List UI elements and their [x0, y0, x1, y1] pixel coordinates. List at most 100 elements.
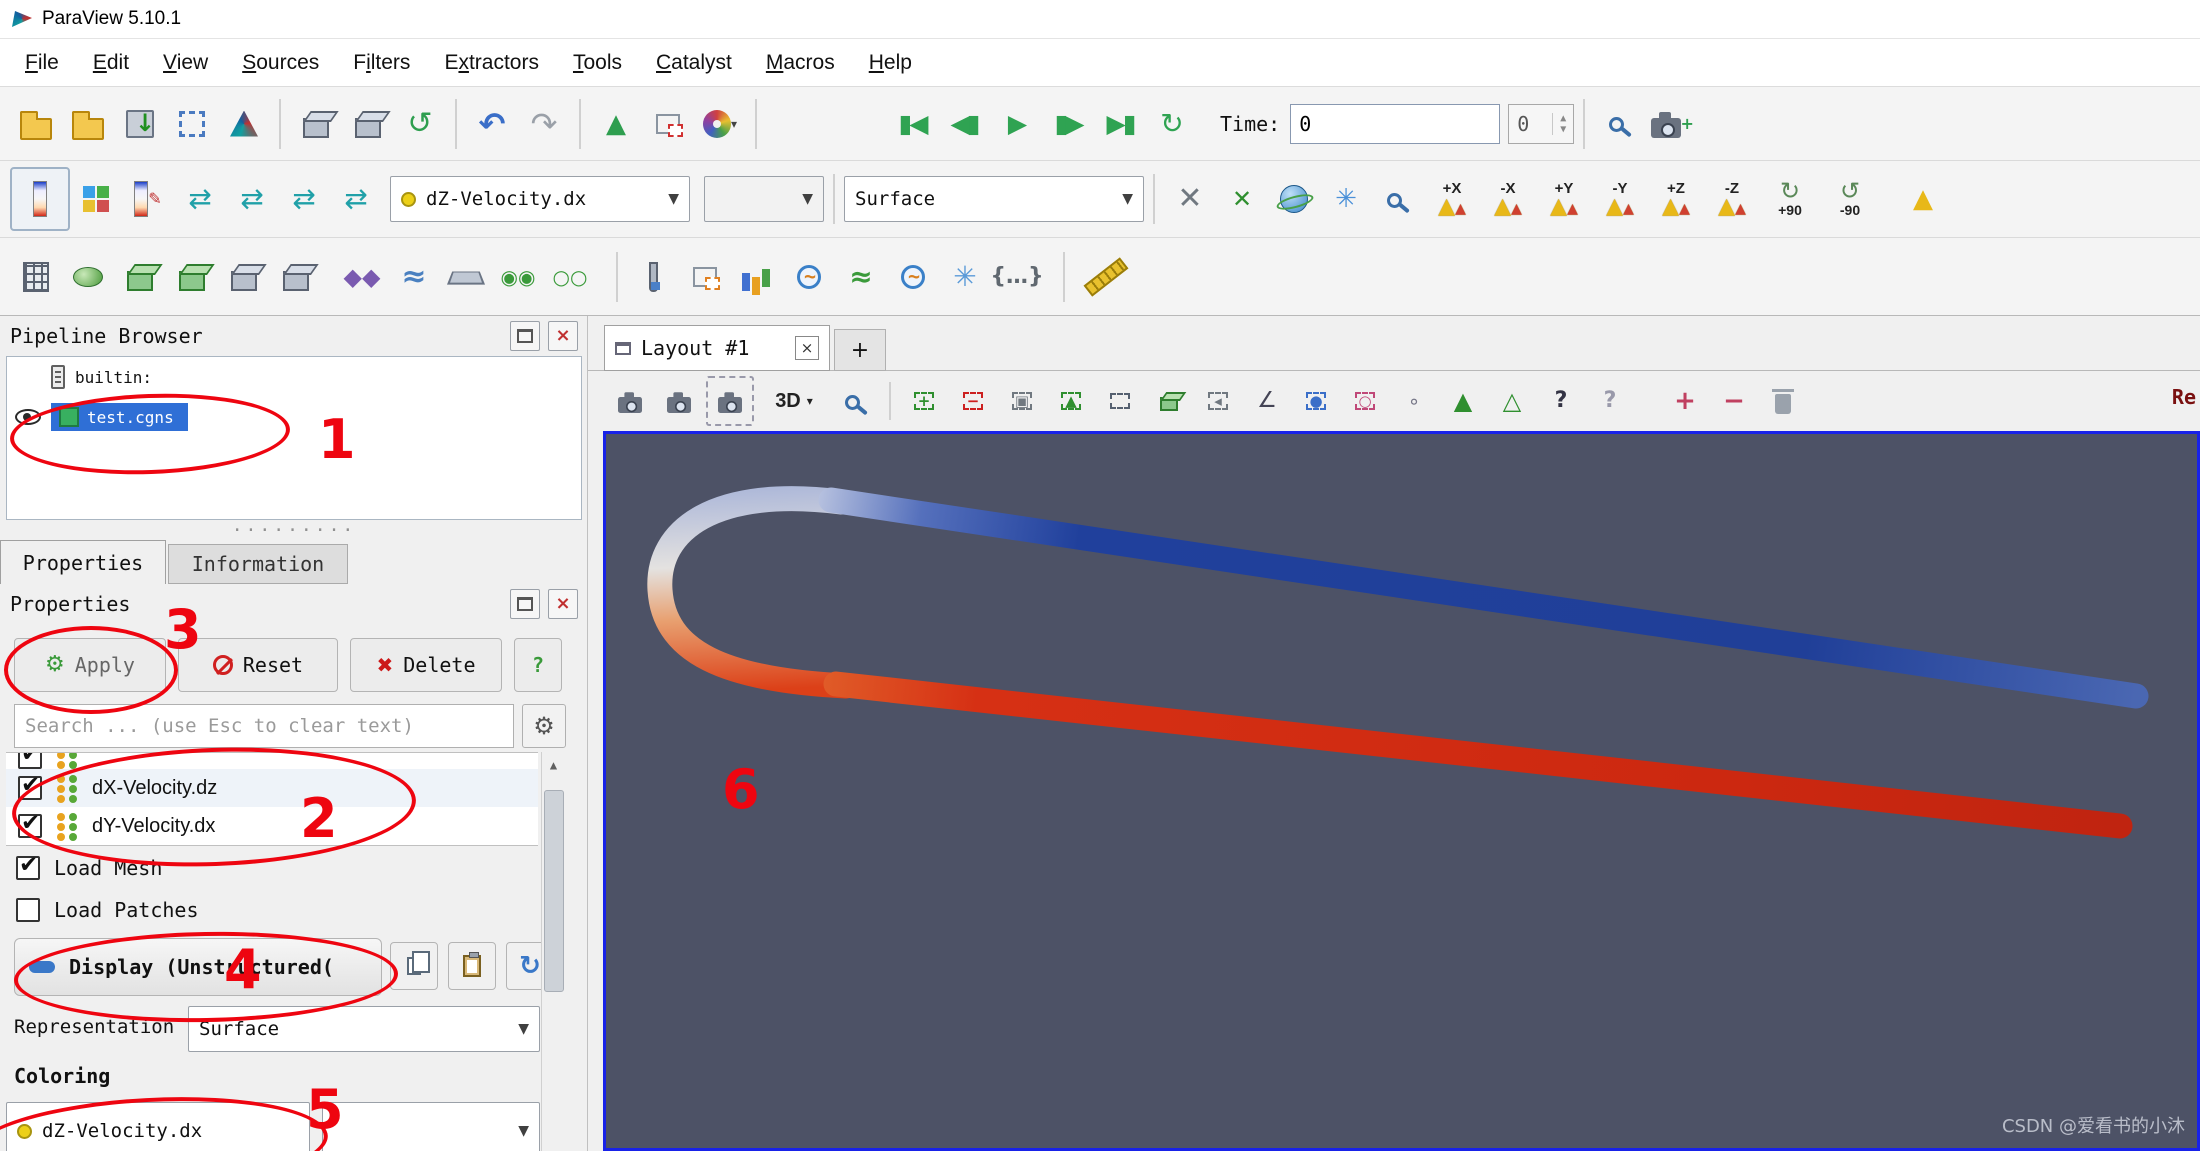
component-combo[interactable]: ▼ [704, 176, 824, 222]
select-mesh-triangle-button[interactable]: ▲ [1441, 378, 1485, 424]
camera-undo-button[interactable]: ▲ [590, 94, 642, 154]
plot-global-variables-button[interactable] [887, 247, 939, 307]
zoom-to-data-camera-button[interactable]: ✕ [1216, 169, 1268, 229]
extract-block-button[interactable]: ○○ [544, 247, 596, 307]
menu-help[interactable]: Help [852, 39, 929, 87]
interactive-select-points-button[interactable] [1343, 378, 1387, 424]
extract-subset-button[interactable] [270, 247, 322, 307]
calculator-filter-button[interactable] [10, 247, 62, 307]
display-section-header[interactable]: Display (Unstructured( [14, 938, 382, 996]
group-datasets-button[interactable]: ◉◉ [492, 247, 544, 307]
select-points-on-button[interactable] [951, 378, 995, 424]
camera-reposition-button[interactable] [657, 378, 701, 424]
load-state-button[interactable] [62, 94, 114, 154]
menu-file[interactable]: File [8, 39, 76, 87]
render-viewport[interactable]: CSDN @爱看书的小沐 [603, 431, 2200, 1151]
menu-catalyst[interactable]: Catalyst [639, 39, 749, 87]
rescale-visible-button[interactable]: ⇄ [330, 169, 382, 229]
next-frame-button[interactable]: ▮▶ [1042, 94, 1094, 154]
selection-query-button[interactable]: ? [1539, 378, 1583, 424]
open-file-button[interactable] [10, 94, 62, 154]
select-frustum-button[interactable] [1098, 378, 1142, 424]
representation-combo[interactable]: Surface ▼ [844, 176, 1144, 222]
load-mesh-checkbox[interactable] [16, 856, 40, 880]
save-data-button[interactable] [114, 94, 166, 154]
reset-camera-closest-button[interactable]: + [1646, 94, 1698, 154]
reset-button[interactable]: Reset [178, 638, 338, 692]
temporal-interpolator-button[interactable]: ✳ [939, 247, 991, 307]
interactive-select-cells-button[interactable] [1294, 378, 1338, 424]
previous-frame-button[interactable]: ◀▮ [938, 94, 990, 154]
view-plus-x-button[interactable]: +X ▲▲ [1424, 168, 1480, 230]
contour-filter-button[interactable] [62, 247, 114, 307]
search-options-button[interactable]: ⚙ [522, 704, 566, 748]
tooltip-selection-button[interactable]: ? [1588, 378, 1632, 424]
tab-layout-1[interactable]: Layout #1 × [604, 325, 830, 371]
rubber-band-select-button[interactable] [642, 94, 694, 154]
load-palette-button[interactable]: ▾ [694, 94, 746, 154]
view-plus-y-button[interactable]: +Y ▲▲ [1536, 168, 1592, 230]
panel-splitter-handle[interactable]: ········· [0, 522, 588, 538]
redo-button[interactable]: ↷ [518, 94, 570, 154]
delete-button[interactable]: ✖ Delete [350, 638, 502, 692]
stream-tracer-button[interactable]: ≈ [388, 247, 440, 307]
clear-selection-button[interactable] [1761, 378, 1805, 424]
color-legend-button[interactable] [70, 169, 122, 229]
color-array-combo[interactable]: dZ-Velocity.dx ▼ [390, 176, 690, 222]
checkbox[interactable] [18, 753, 42, 769]
view-minus-y-button[interactable]: -Y ▲▲ [1592, 168, 1648, 230]
menu-sources[interactable]: Sources [225, 39, 336, 87]
search-input[interactable] [14, 704, 514, 748]
undo-button[interactable]: ↶ [466, 94, 518, 154]
zoom-to-box-button[interactable] [1372, 169, 1424, 229]
shrink-selection-button[interactable]: − [1712, 378, 1756, 424]
coloring-component-combo[interactable]: ▼ [322, 1102, 540, 1151]
python-annotation-button[interactable]: {…} [991, 247, 1043, 307]
first-frame-button[interactable]: ▮◀ [886, 94, 938, 154]
checkbox[interactable] [18, 776, 42, 800]
view-minus-x-button[interactable]: -X ▲▲ [1480, 168, 1536, 230]
array-row-clipped[interactable] [6, 753, 538, 769]
clipped-toolbar-button[interactable]: ▲ [1906, 169, 1940, 229]
probe-location-button[interactable] [627, 247, 679, 307]
menu-extractors[interactable]: Extractors [427, 39, 556, 87]
close-panel-button[interactable]: × [548, 321, 578, 351]
view-plus-z-button[interactable]: +Z ▲▲ [1648, 168, 1704, 230]
view-minus-z-button[interactable]: -Z ▲▲ [1704, 168, 1760, 230]
save-animation-button[interactable] [218, 94, 270, 154]
reset-session-button[interactable]: ↺ [394, 94, 446, 154]
checkbox[interactable] [18, 814, 42, 838]
pipeline-item-builtin[interactable]: builtin: [7, 357, 581, 397]
threshold-filter-button[interactable] [218, 247, 270, 307]
array-row-dy[interactable]: dY-Velocity.dx [6, 807, 538, 845]
coloring-array-combo[interactable]: dZ-Velocity.dx [6, 1102, 310, 1151]
select-angle-button[interactable]: ∠ [1245, 378, 1289, 424]
plot-selection-over-time-button[interactable]: ≈ [835, 247, 887, 307]
paste-display-button[interactable] [448, 942, 496, 990]
menu-edit[interactable]: Edit [76, 39, 146, 87]
help-button[interactable]: ? [514, 638, 562, 692]
select-mesh-points-button[interactable]: △ [1490, 378, 1534, 424]
source-box-button-1[interactable] [290, 94, 342, 154]
slice-filter-button[interactable] [166, 247, 218, 307]
rescale-custom-range-button[interactable]: ⇄ [226, 169, 278, 229]
hover-cells-button[interactable]: ∘ [1392, 378, 1436, 424]
clip-filter-button[interactable] [114, 247, 166, 307]
add-layout-tab[interactable]: + [834, 329, 886, 371]
pipeline-item-test-cgns[interactable]: test.cgns [7, 397, 581, 437]
spinner-arrows-icon[interactable]: ▲▼ [1552, 113, 1573, 135]
reset-camera-button[interactable]: ✕ [1164, 169, 1216, 229]
frame-spinbox[interactable]: 0 ▲▼ [1508, 104, 1574, 144]
rotate-camera-button[interactable] [1268, 169, 1320, 229]
representation-select[interactable]: Surface ▼ [188, 1006, 540, 1052]
histogram-button[interactable] [731, 247, 783, 307]
load-patches-checkbox[interactable] [16, 898, 40, 922]
ruler-button[interactable] [1074, 247, 1138, 307]
edit-colormap-button[interactable] [10, 167, 70, 231]
float-properties-button[interactable] [510, 589, 540, 619]
selected-item-highlight[interactable]: test.cgns [51, 403, 188, 431]
zoom-to-box-view-button[interactable] [834, 378, 878, 424]
menu-tools[interactable]: Tools [556, 39, 639, 87]
close-properties-button[interactable]: × [548, 589, 578, 619]
apply-button[interactable]: ⚙ Apply [14, 638, 166, 692]
